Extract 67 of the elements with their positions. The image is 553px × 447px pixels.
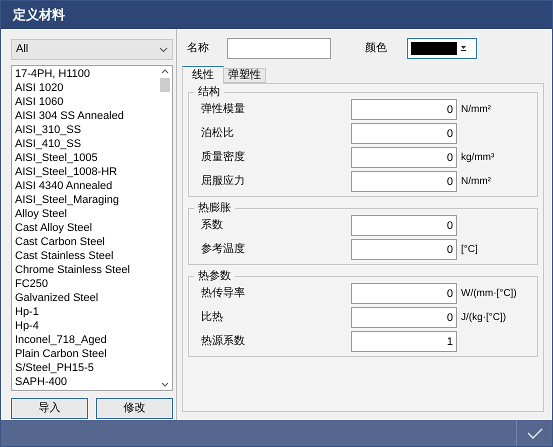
window-title: 定义材料 [13, 6, 65, 24]
number-field[interactable]: 0 [351, 215, 457, 236]
field-label: 参考温度 [201, 242, 246, 258]
list-item[interactable]: AISI_Steel_1008-HR [15, 165, 158, 179]
list-item[interactable]: Cast Stainless Steel [15, 249, 158, 263]
list-item[interactable]: Inconel_718_Aged [15, 333, 158, 347]
color-label: 颜色 [365, 40, 388, 56]
field-label: 比热 [201, 310, 224, 326]
dropdown-arrow-icon [460, 45, 467, 51]
edit-button[interactable]: 修改 [96, 398, 173, 419]
tab[interactable]: 线性 [182, 66, 224, 84]
list-item[interactable]: Cast Carbon Steel [15, 235, 158, 249]
list-item[interactable]: AISI 304 SS Annealed [15, 109, 158, 123]
number-field[interactable]: 0 [351, 171, 457, 192]
tab[interactable]: 弹塑性 [224, 68, 266, 83]
list-item[interactable]: S/Steel_PH15-5 [15, 361, 158, 375]
number-field[interactable]: 0 [351, 239, 457, 260]
list-item[interactable]: Galvanized Steel [15, 291, 158, 305]
list-item[interactable]: AISI_Steel_Maraging [15, 193, 158, 207]
list-item[interactable]: FC250 [15, 277, 158, 291]
number-field[interactable]: 0 [351, 147, 457, 168]
list-item[interactable]: Hp-1 [15, 305, 158, 319]
list-item[interactable]: AISI_Steel_1005 [15, 151, 158, 165]
list-item[interactable]: AISI 1060 [15, 95, 158, 109]
list-item[interactable]: Alloy Steel [15, 207, 158, 221]
field-label: 弹性模量 [201, 102, 246, 118]
group-title: 热参数 [194, 270, 235, 282]
unit-label: W/(mm·[°C]) [461, 287, 517, 301]
list-item[interactable]: SAPH-400 [15, 375, 158, 389]
checkmark-icon [526, 428, 542, 438]
list-item[interactable]: AISI 4340 Annealed [15, 179, 158, 193]
field-label: 热源系数 [201, 334, 246, 350]
number-field[interactable]: 0 [351, 283, 457, 304]
unit-label: [°C] [461, 243, 478, 257]
list-item[interactable]: Plain Carbon Steel [15, 347, 158, 361]
group-title: 热膨胀 [194, 202, 235, 214]
material-list[interactable] [11, 65, 173, 391]
unit-label: N/mm² [461, 103, 491, 117]
scroll-up-icon[interactable] [161, 69, 169, 74]
color-picker[interactable] [407, 38, 477, 58]
list-item[interactable]: Hp-4 [15, 319, 158, 333]
unit-label: J/(kg·[°C]) [461, 311, 506, 325]
list-item[interactable]: AISI 1020 [15, 81, 158, 95]
field-label: 泊松比 [201, 126, 235, 142]
field-label: 质量密度 [201, 150, 246, 166]
filter-dropdown[interactable]: All [11, 39, 173, 60]
field-label: 热传导率 [201, 286, 246, 302]
chevron-down-icon [159, 46, 168, 52]
scroll-thumb[interactable] [160, 78, 170, 92]
list-item[interactable]: AISI_310_SS [15, 123, 158, 137]
unit-label: kg/mm³ [461, 151, 494, 165]
number-field[interactable]: 1 [351, 331, 457, 352]
list-item[interactable]: AISI_410_SS [15, 137, 158, 151]
name-field[interactable] [227, 38, 331, 58]
import-button[interactable]: 导入 [11, 398, 88, 419]
list-item[interactable]: 17-4PH, H1100 [15, 67, 158, 81]
unit-label: N/mm² [461, 175, 491, 189]
list-item[interactable]: Cast Alloy Steel [15, 221, 158, 235]
list-item[interactable]: Chrome Stainless Steel [15, 263, 158, 277]
name-label: 名称 [187, 40, 210, 56]
field-label: 系数 [201, 218, 224, 234]
scroll-down-icon[interactable] [161, 382, 169, 387]
group-title: 结构 [194, 86, 224, 98]
number-field[interactable]: 0 [351, 307, 457, 328]
number-field[interactable]: 0 [351, 99, 457, 120]
number-field[interactable]: 0 [351, 123, 457, 144]
field-label: 屈服应力 [201, 174, 246, 190]
